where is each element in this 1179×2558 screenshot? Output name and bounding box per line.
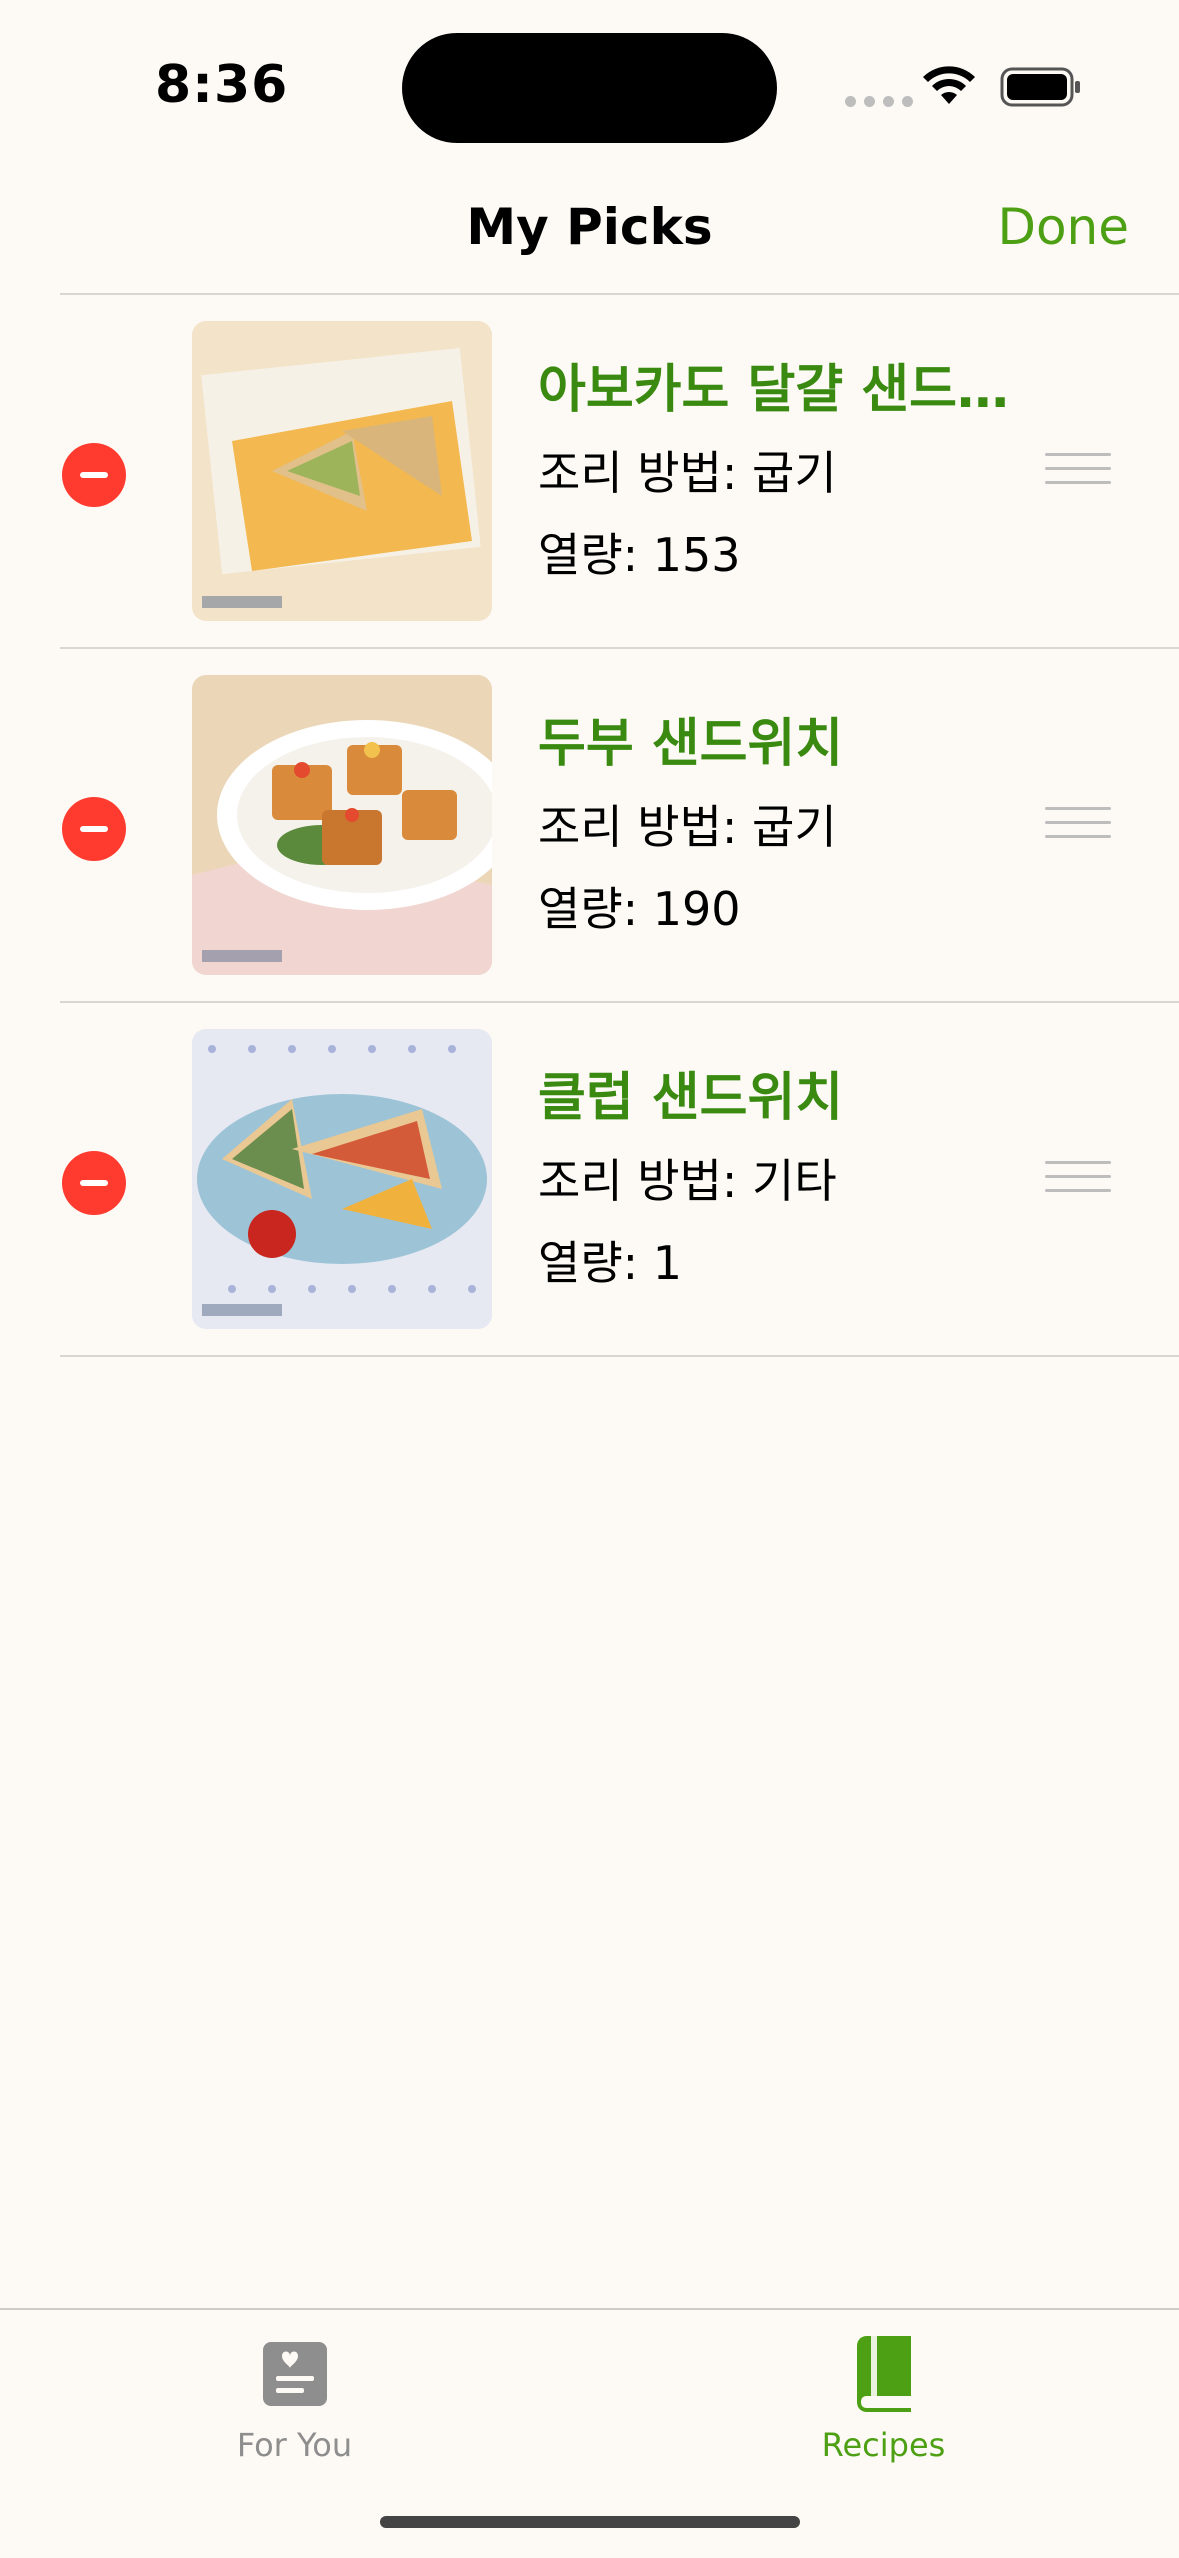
recipe-calories: 열량: 153 <box>538 528 741 582</box>
tab-label: For You <box>236 2426 353 2464</box>
dynamic-island <box>402 33 777 143</box>
home-indicator <box>380 2516 800 2528</box>
recipe-cooking-method: 조리 방법: 굽기 <box>538 800 837 854</box>
reorder-handle-icon[interactable] <box>1045 453 1111 493</box>
recipe-row[interactable]: 아보카도 달걀 샌드… 조리 방법: 굽기 열량: 153 <box>60 295 1179 649</box>
tab-label: Recipes <box>821 2426 946 2464</box>
done-button[interactable]: Done <box>997 198 1129 256</box>
recipe-title: 두부 샌드위치 <box>538 714 844 774</box>
recipe-list: 아보카도 달걀 샌드… 조리 방법: 굽기 열량: 153 두부 샌드위치 조리… <box>0 295 1179 1357</box>
recipe-cooking-method: 조리 방법: 기타 <box>538 1154 837 1208</box>
recipe-image <box>192 675 492 975</box>
book-icon <box>856 2336 911 2412</box>
tab-recipes[interactable]: Recipes <box>589 2310 1178 2510</box>
recipe-row[interactable]: 두부 샌드위치 조리 방법: 굽기 열량: 190 <box>60 649 1179 1003</box>
tab-for-you[interactable]: For You <box>0 2310 589 2510</box>
reorder-handle-icon[interactable] <box>1045 807 1111 847</box>
recipe-title: 아보카도 달걀 샌드… <box>538 360 1009 420</box>
reorder-handle-icon[interactable] <box>1045 1161 1111 1201</box>
recipe-calories: 열량: 190 <box>538 882 741 936</box>
delete-button[interactable] <box>62 797 126 861</box>
recipe-image <box>192 321 492 621</box>
heart-list-icon <box>262 2342 327 2406</box>
recipe-title: 클럽 샌드위치 <box>538 1068 844 1128</box>
recipe-cooking-method: 조리 방법: 굽기 <box>538 446 837 500</box>
navigation-bar: My Picks Done <box>0 170 1179 294</box>
delete-button[interactable] <box>62 1151 126 1215</box>
cellular-signal-icon <box>845 96 913 107</box>
recipe-calories: 열량: 1 <box>538 1236 683 1290</box>
battery-icon <box>1000 67 1080 107</box>
status-bar: 8:36 <box>0 0 1179 170</box>
recipe-image <box>192 1029 492 1329</box>
recipe-row[interactable]: 클럽 샌드위치 조리 방법: 기타 열량: 1 <box>60 1003 1179 1357</box>
delete-button[interactable] <box>62 443 126 507</box>
wifi-icon <box>923 66 975 104</box>
status-time: 8:36 <box>155 55 289 115</box>
